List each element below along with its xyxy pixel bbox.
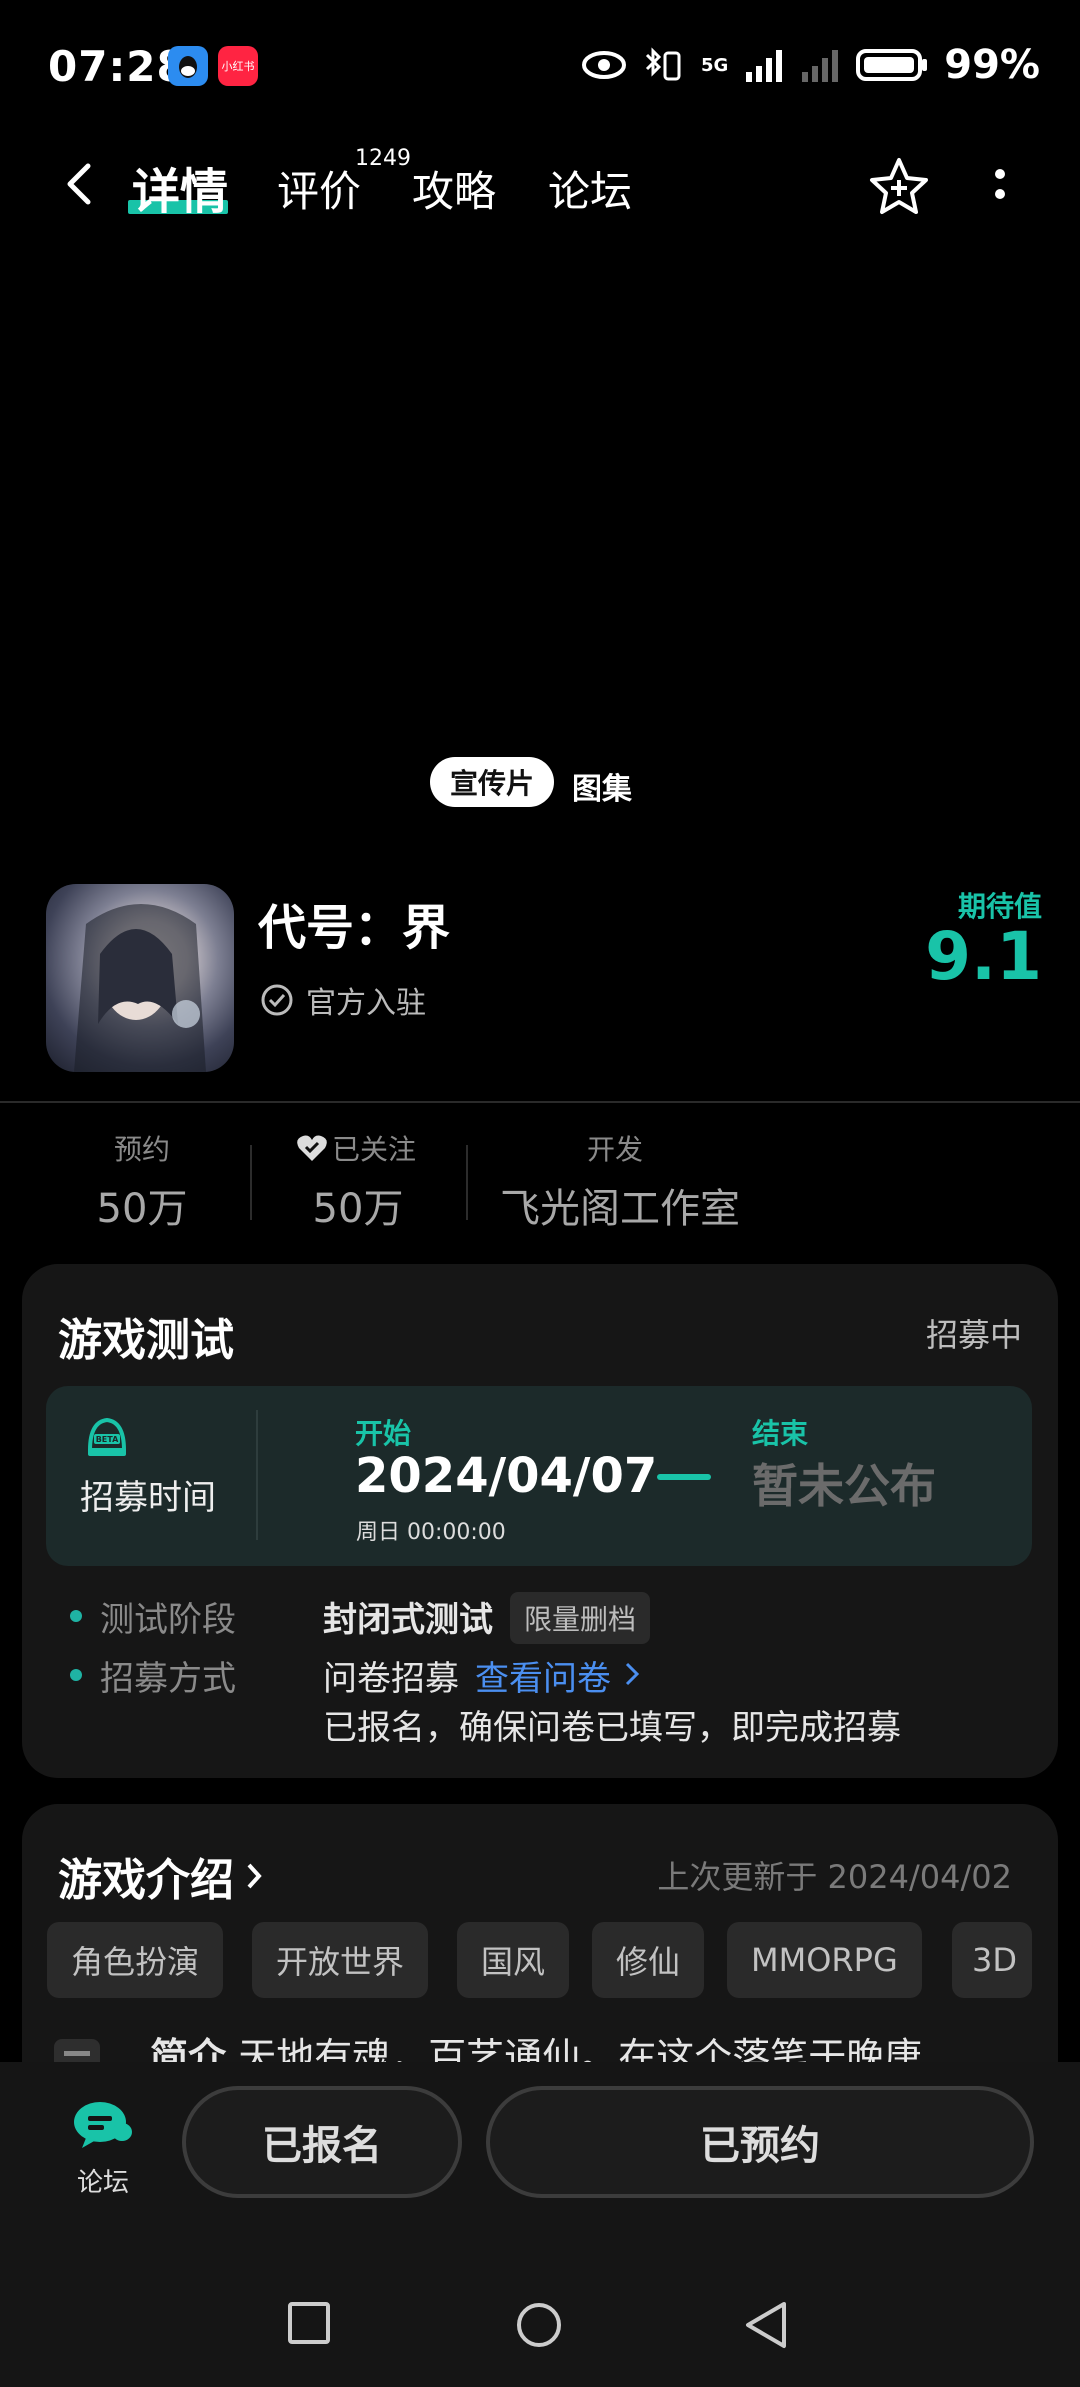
heart-check-icon — [297, 1135, 327, 1161]
favorite-star-icon[interactable] — [866, 154, 932, 220]
tag-chip[interactable]: MMORPG — [727, 1922, 922, 1998]
intro-title: 游戏介绍 — [58, 1855, 234, 1906]
tag-chip[interactable]: 3D — [952, 1922, 1032, 1998]
followed-status[interactable]: 已关注 — [296, 1128, 426, 1168]
followed-value: 50万 — [312, 1186, 404, 1232]
home-icon[interactable] — [514, 2300, 564, 2350]
tag-chip[interactable]: 国风 — [457, 1922, 570, 1998]
verified-check-icon — [261, 984, 293, 1016]
chevron-right-icon — [247, 1863, 262, 1889]
section-divider — [0, 1101, 1080, 1103]
xiaohongshu-icon-label: 小红书 — [221, 60, 255, 73]
test-phase-label: 测试阶段 — [100, 1600, 236, 1640]
recruit-status: 招募中 — [925, 1316, 1022, 1354]
eye-icon — [581, 51, 626, 79]
battery-icon — [856, 49, 928, 81]
test-phase-value: 封闭式测试 — [323, 1600, 493, 1640]
review-count-badge: 1249 — [355, 146, 411, 171]
signal-icon — [746, 50, 783, 82]
forum-label[interactable]: 论坛 — [77, 2162, 129, 2199]
game-icon — [46, 884, 234, 1072]
reservations-label: 预约 — [113, 1133, 170, 1166]
end-date: 暂未公布 — [752, 1459, 936, 1513]
bluetooth-battery-icon — [645, 47, 681, 81]
reserved-button[interactable]: 已预约 — [486, 2086, 1034, 2198]
stat-separator — [250, 1145, 252, 1220]
tag-chip[interactable]: 角色扮演 — [47, 1922, 224, 1998]
recruit-time-label: 招募时间 — [80, 1478, 216, 1518]
recruit-method-value: 问卷招募 — [323, 1659, 459, 1699]
status-indicators: 5G 99% — [581, 42, 1040, 88]
beta-alarm-icon: BETA — [87, 1417, 127, 1456]
view-survey-link[interactable]: 查看问卷 — [475, 1651, 611, 1700]
bullet-dot — [70, 1610, 82, 1622]
xiaohongshu-app-icon: 小红书 — [218, 46, 258, 86]
start-time: 周日 00:00:00 — [356, 1520, 506, 1545]
last-updated: 上次更新于 2024/04/02 — [657, 1858, 1012, 1896]
official-badge: 官方入驻 — [260, 978, 426, 1022]
recruit-method-label: 招募方式 — [100, 1659, 236, 1699]
anticipation-score: 9.1 — [925, 918, 1042, 995]
intro-title-row[interactable]: 游戏介绍 — [58, 1844, 264, 1908]
official-label: 官方入驻 — [306, 986, 426, 1021]
trailer-tab[interactable]: 宣传片 — [430, 757, 554, 807]
signed-up-button[interactable]: 已报名 — [182, 2086, 462, 2198]
test-card-title: 游戏测试 — [58, 1315, 234, 1366]
chevron-right-icon[interactable] — [622, 1660, 642, 1688]
tab-forum[interactable]: 论坛 — [548, 158, 632, 219]
back-triangle-icon[interactable] — [742, 2300, 790, 2350]
end-label: 结束 — [752, 1417, 809, 1450]
followed-label: 已关注 — [332, 1133, 417, 1166]
recent-apps-icon[interactable] — [286, 2300, 332, 2346]
more-options-icon[interactable] — [990, 164, 1010, 212]
forum-chat-icon[interactable] — [72, 2100, 134, 2150]
status-time: 07:28 — [48, 42, 187, 91]
back-arrow-icon[interactable] — [56, 160, 104, 208]
svg-text:BETA: BETA — [96, 1435, 119, 1444]
start-date: 2024/04/07 — [355, 1448, 658, 1504]
battery-percent: 99% — [944, 42, 1040, 88]
tab-guides[interactable]: 攻略 — [412, 158, 496, 219]
bullet-dot — [70, 1669, 82, 1681]
tag-chip[interactable]: 开放世界 — [252, 1922, 429, 1998]
gallery-tab[interactable]: 图集 — [572, 764, 632, 808]
qq-app-icon — [168, 46, 208, 86]
date-range-dash — [657, 1474, 711, 1480]
signal-weak-icon — [802, 50, 839, 82]
stat-separator — [466, 1145, 468, 1220]
tag-chip[interactable]: 修仙 — [592, 1922, 705, 1998]
network-label: 5G — [700, 54, 729, 76]
tab-details[interactable]: 详情 — [132, 152, 228, 222]
phase-chip: 限量删档 — [510, 1592, 651, 1644]
developer-label: 开发 — [586, 1133, 643, 1166]
recruit-separator — [256, 1410, 258, 1540]
start-label: 开始 — [355, 1417, 412, 1450]
recruit-note: 已报名，确保问卷已填写，即完成招募 — [323, 1708, 901, 1748]
developer-name[interactable]: 飞光阁工作室 — [490, 1176, 750, 1234]
reservations-value: 50万 — [96, 1186, 188, 1232]
tab-reviews[interactable]: 评价 — [277, 158, 361, 219]
game-title: 代号：界 — [258, 900, 451, 956]
